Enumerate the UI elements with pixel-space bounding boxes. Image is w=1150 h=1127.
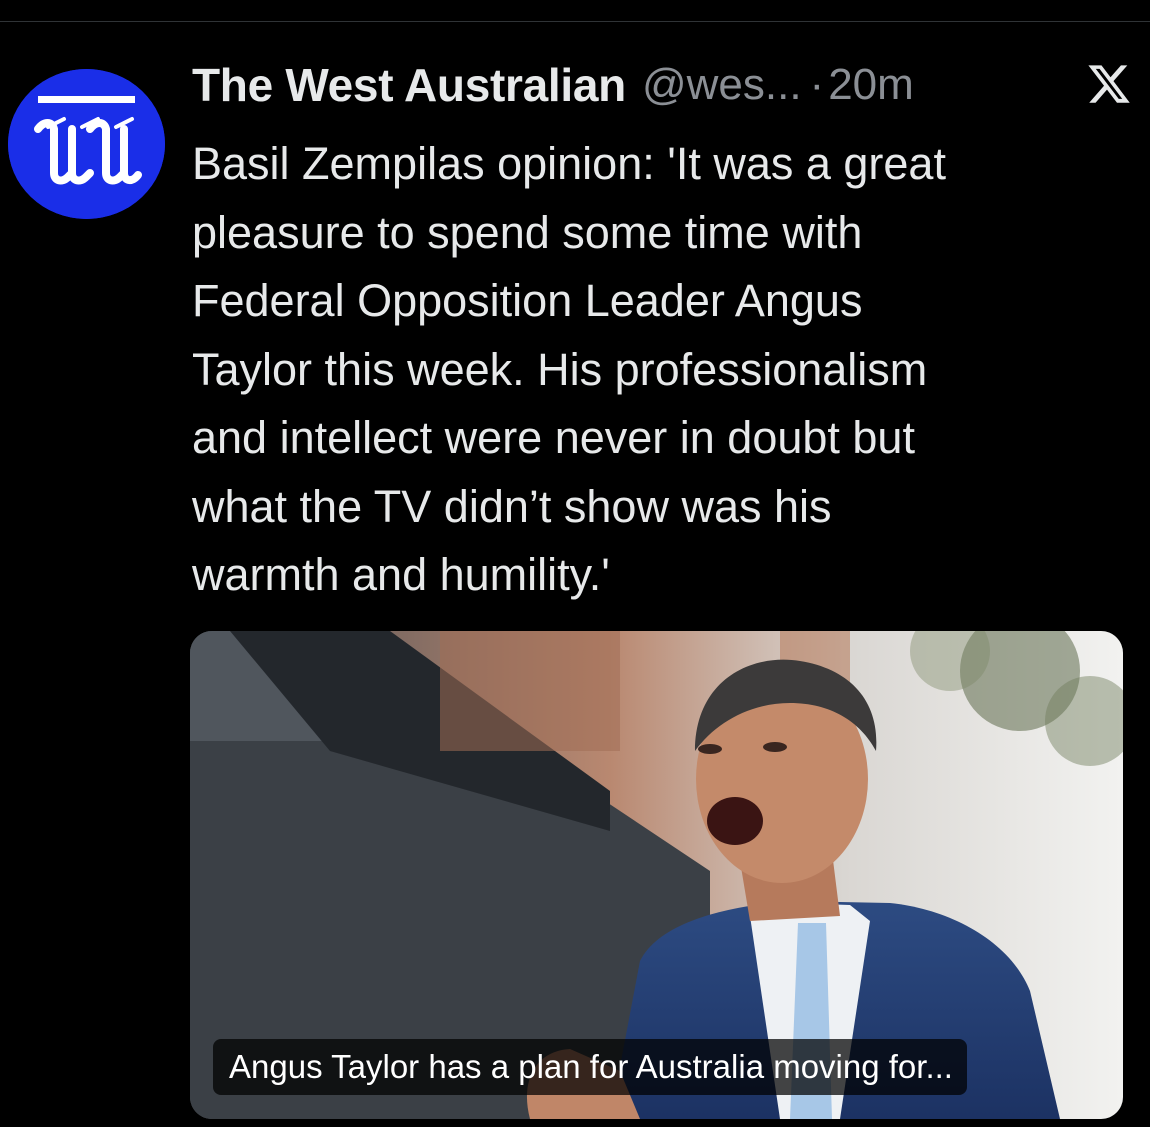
top-divider [0,0,1150,22]
tweet-text: Basil Zempilas opinion: 'It was a great … [192,138,946,600]
author-handle[interactable]: @wes... [642,60,802,110]
author-name[interactable]: The West Australian [192,58,626,112]
separator-dot: · [809,60,825,109]
author-avatar[interactable] [8,69,165,219]
tweet-media-card[interactable]: Angus Taylor has a plan for Australia mo… [190,631,1123,1119]
media-caption: Angus Taylor has a plan for Australia mo… [213,1039,967,1095]
west-australian-logo-icon [8,69,165,219]
x-logo-icon [1086,61,1132,107]
timestamp[interactable]: 20m [828,60,914,110]
tweet-header: The West Australian @wes... · 20m [192,55,1132,115]
